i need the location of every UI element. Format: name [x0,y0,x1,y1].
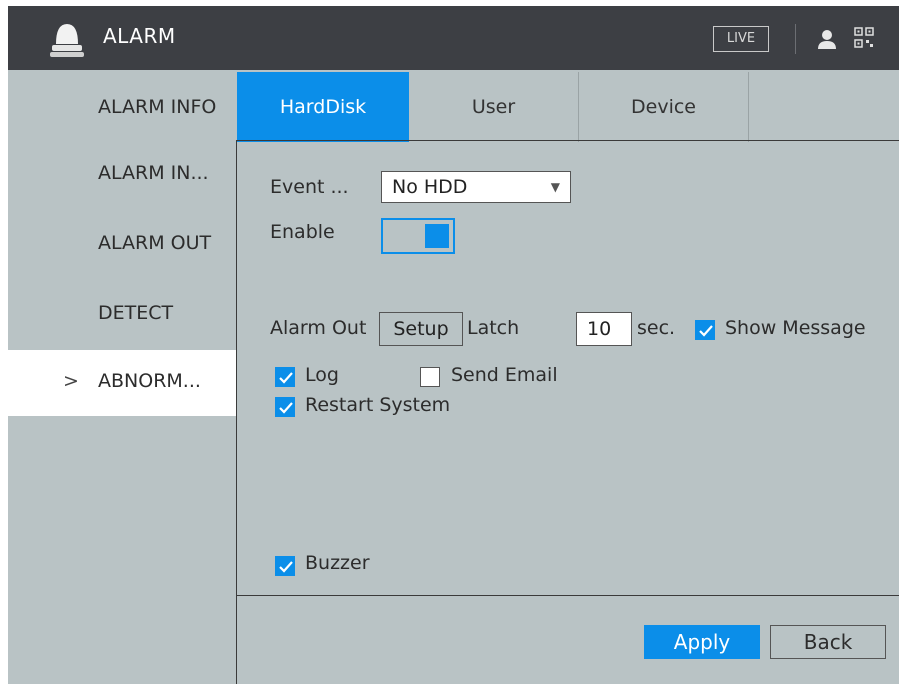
header-divider [795,24,796,54]
enable-label: Enable [270,221,335,243]
alarm-out-setup-button[interactable]: Setup [379,312,463,346]
sidebar: ALARM INFO ALARM IN... ALARM OUT DETECT … [8,70,236,684]
tab-user[interactable]: User [409,72,579,142]
latch-label: Latch [467,317,520,339]
enable-toggle[interactable] [381,218,455,254]
title-bar: ALARM LIVE [8,6,899,70]
checkmark-icon [279,561,293,573]
sidebar-item-label: ALARM INFO [98,96,217,118]
page-title: ALARM [103,24,176,48]
footer-divider [236,595,899,596]
show-message-label: Show Message [725,317,866,339]
checkmark-icon [699,325,713,337]
qr-code-icon[interactable] [854,27,874,49]
latch-unit-label: sec. [637,317,676,339]
tab-harddisk[interactable]: HardDisk [237,72,409,142]
event-type-value: No HDD [392,176,468,198]
alarm-out-label: Alarm Out [270,317,367,339]
sidebar-item-label: ALARM IN... [98,162,209,184]
buzzer-label: Buzzer [305,552,370,574]
restart-system-label: Restart System [305,394,451,416]
send-email-label: Send Email [451,364,558,386]
buzzer-checkbox[interactable] [275,556,295,576]
log-checkbox[interactable] [275,367,295,387]
sidebar-item-label: ALARM OUT [98,232,212,254]
alarm-window: ALARM LIVE ALARM INFO ALARM IN... ALARM … [8,6,899,684]
tab-device[interactable]: Device [579,72,749,142]
sidebar-item-detect[interactable]: DETECT [8,282,236,348]
back-button[interactable]: Back [770,625,886,659]
chevron-right-icon: > [63,370,79,392]
send-email-checkbox[interactable] [420,367,440,387]
event-type-select[interactable]: No HDD ▼ [381,171,571,203]
log-label: Log [305,364,339,386]
panel-border [236,140,410,141]
tab-divider [409,140,899,141]
apply-button[interactable]: Apply [644,625,760,659]
show-message-checkbox[interactable] [695,320,715,340]
toggle-knob [425,224,449,248]
checkmark-icon [279,372,293,384]
panel-border [236,140,237,684]
sidebar-item-alarm-in[interactable]: ALARM IN... [8,142,236,208]
live-button[interactable]: LIVE [713,26,769,52]
sidebar-item-abnormality[interactable]: > ABNORM... [8,350,236,416]
user-icon[interactable] [817,28,837,50]
latch-input[interactable]: 10 [576,312,632,346]
sidebar-item-alarm-out[interactable]: ALARM OUT [8,212,236,278]
restart-system-checkbox[interactable] [275,397,295,417]
checkmark-icon [279,402,293,414]
sidebar-item-label: DETECT [98,302,174,324]
sidebar-item-alarm-info[interactable]: ALARM INFO [8,76,236,142]
chevron-down-icon: ▼ [550,180,560,194]
sidebar-item-label: ABNORM... [98,370,201,392]
alarm-bell-icon [50,24,84,57]
event-type-label: Event ... [270,176,349,198]
